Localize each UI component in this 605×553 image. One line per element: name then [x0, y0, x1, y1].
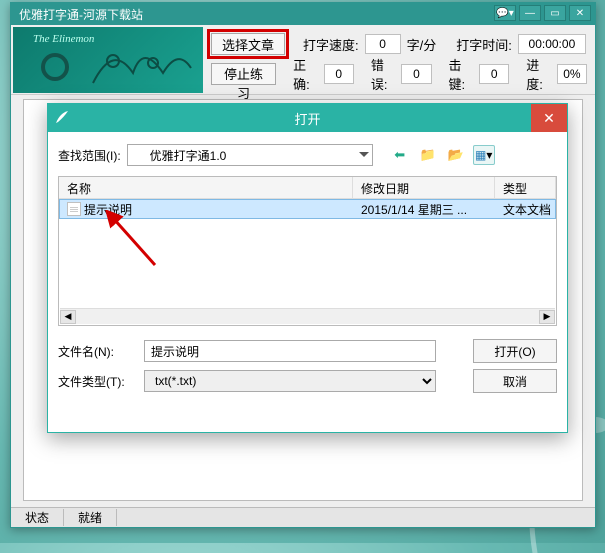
minimize-button[interactable]: — — [519, 5, 541, 21]
view-mode-icon[interactable]: ▦▾ — [473, 145, 495, 165]
top-panel: 选择文章 打字速度: 0 字/分 打字时间: 00:00:00 停止练习 正确:… — [11, 25, 595, 95]
file-row[interactable]: 提示说明 2015/1/14 星期三 ... 文本文档 — [59, 199, 556, 219]
file-list[interactable]: 名称 修改日期 类型 提示说明 2015/1/14 星期三 ... 文本文档 ◀… — [58, 176, 557, 326]
title-bar: 优雅打字通-河源下载站 💬▾ — ▭ ✕ — [11, 3, 595, 25]
status-bar: 状态 就绪 — [11, 507, 595, 527]
scope-label: 查找范围(I): — [58, 147, 121, 164]
filename-label: 文件名(N): — [58, 343, 134, 360]
file-date: 2015/1/14 星期三 ... — [353, 199, 495, 219]
select-article-button[interactable]: 选择文章 — [211, 33, 285, 55]
time-label: 打字时间: — [456, 35, 512, 54]
keystroke-value: 0 — [479, 64, 509, 84]
file-list-header: 名称 修改日期 类型 — [59, 177, 556, 199]
scope-value[interactable] — [127, 144, 373, 166]
feather-icon — [54, 109, 70, 125]
open-button[interactable]: 打开(O) — [473, 339, 557, 363]
open-dialog: 打开 ✕ 查找范围(I): ⬅ 📁 📂 ▦▾ 名称 修改日期 类型 — [47, 103, 568, 433]
maximize-button[interactable]: ▭ — [544, 5, 566, 21]
horizontal-scrollbar[interactable]: ◀ ▶ — [60, 308, 555, 324]
keystroke-label: 击键: — [449, 55, 474, 93]
filename-input[interactable] — [144, 340, 436, 362]
correct-label: 正确: — [293, 55, 318, 93]
close-button[interactable]: ✕ — [569, 5, 591, 21]
col-type[interactable]: 类型 — [495, 177, 556, 198]
dialog-title-bar: 打开 ✕ — [48, 104, 567, 132]
filetype-label: 文件类型(T): — [58, 373, 134, 390]
col-date[interactable]: 修改日期 — [353, 177, 495, 198]
speed-value: 0 — [365, 34, 401, 54]
scroll-right-icon[interactable]: ▶ — [539, 310, 555, 324]
logo-area — [13, 27, 203, 93]
new-folder-icon[interactable]: 📂 — [445, 145, 467, 165]
time-value: 00:00:00 — [518, 34, 586, 54]
chevron-down-icon — [359, 152, 369, 162]
dialog-title: 打开 — [294, 109, 320, 128]
text-file-icon — [67, 202, 81, 216]
progress-label: 进度: — [526, 55, 551, 93]
correct-value: 0 — [324, 64, 354, 84]
progress-value: 0% — [557, 64, 587, 84]
speed-unit: 字/分 — [407, 35, 437, 54]
col-name[interactable]: 名称 — [59, 177, 353, 198]
up-folder-icon[interactable]: 📁 — [417, 145, 439, 165]
scope-combo[interactable] — [127, 144, 373, 166]
file-type: 文本文档 — [495, 199, 556, 219]
dropdown-button[interactable]: 💬▾ — [494, 5, 516, 21]
filetype-select[interactable]: txt(*.txt) — [144, 370, 436, 392]
cancel-button[interactable]: 取消 — [473, 369, 557, 393]
status-right: 就绪 — [64, 509, 117, 526]
error-label: 错误: — [371, 55, 396, 93]
error-value: 0 — [401, 64, 431, 84]
status-left: 状态 — [11, 509, 64, 526]
back-icon[interactable]: ⬅ — [389, 145, 411, 165]
file-name: 提示说明 — [84, 203, 132, 217]
scroll-left-icon[interactable]: ◀ — [60, 310, 76, 324]
speed-label: 打字速度: — [303, 35, 359, 54]
app-title: 优雅打字通-河源下载站 — [19, 6, 143, 23]
dialog-close-button[interactable]: ✕ — [531, 104, 567, 132]
stop-practice-button[interactable]: 停止练习 — [211, 63, 276, 85]
